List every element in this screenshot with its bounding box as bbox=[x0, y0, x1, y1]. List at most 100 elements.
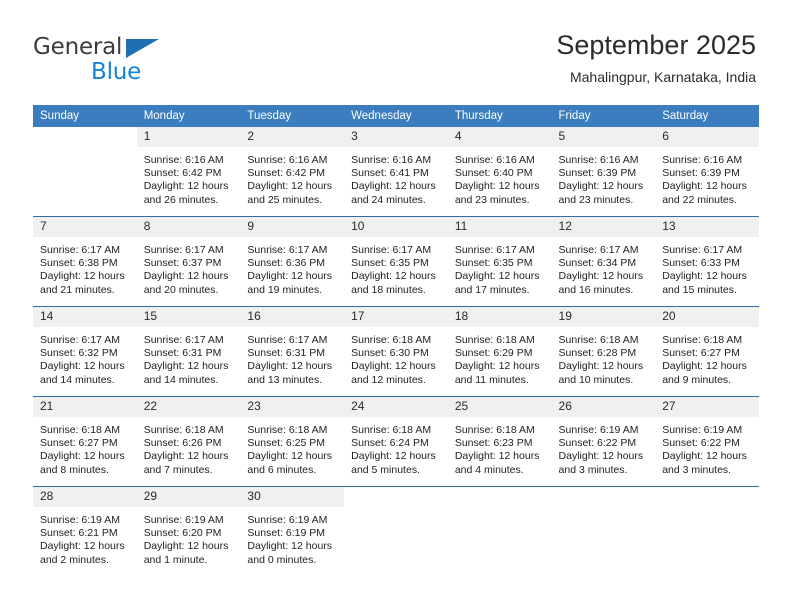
daylight-duration-line1: Daylight: 12 hours bbox=[454, 450, 540, 463]
sun-info: Sunrise: 6:17 AM Sunset: 6:31 PM Daylight:… bbox=[137, 327, 241, 387]
sunrise-time: Sunrise: 6:17 AM bbox=[143, 334, 224, 346]
calendar-day-cell[interactable]: 25 Sunrise: 6:18 AM Sunset: 6:23 PM Dayligh… bbox=[447, 396, 552, 487]
calendar-day-cell[interactable]: 22 Sunrise: 6:18 AM Sunset: 6:26 PM Dayligh… bbox=[136, 396, 241, 487]
calendar-day-cell[interactable]: 17 Sunrise: 6:18 AM Sunset: 6:30 PM Dayligh… bbox=[344, 306, 448, 397]
calendar-day-cell[interactable]: 19 Sunrise: 6:18 AM Sunset: 6:28 PM Dayligh… bbox=[551, 306, 656, 397]
sunset-time: Sunset: 6:32 PM bbox=[40, 347, 118, 360]
day-cell-inner bbox=[447, 487, 552, 576]
sunset-time: Sunset: 6:24 PM bbox=[351, 437, 429, 450]
day-cell-inner: 25 Sunrise: 6:18 AM Sunset: 6:23 PM Dayligh… bbox=[447, 397, 552, 486]
sunset-time: Sunset: 6:27 PM bbox=[662, 347, 740, 360]
sun-info: Sunrise: 6:18 AM Sunset: 6:27 PM Daylight:… bbox=[33, 417, 137, 477]
daylight-duration-line1: Daylight: 12 hours bbox=[351, 180, 436, 193]
calendar-day-cell[interactable]: 5 Sunrise: 6:16 AM Sunset: 6:39 PM Daylight… bbox=[551, 127, 656, 217]
calendar-day-cell[interactable]: 26 Sunrise: 6:19 AM Sunset: 6:22 PM Dayligh… bbox=[551, 396, 656, 487]
calendar-day-cell[interactable]: 14 Sunrise: 6:17 AM Sunset: 6:32 PM Dayligh… bbox=[33, 306, 137, 397]
calendar-day-cell[interactable]: 2 Sunrise: 6:16 AM Sunset: 6:42 PM Daylight… bbox=[240, 127, 345, 217]
daylight-duration-line1: Daylight: 12 hours bbox=[247, 540, 333, 553]
sun-info: Sunrise: 6:18 AM Sunset: 6:25 PM Daylight:… bbox=[240, 417, 344, 477]
day-number: 17 bbox=[344, 307, 448, 327]
calendar-day-cell[interactable]: 3 Sunrise: 6:16 AM Sunset: 6:41 PM Daylight… bbox=[344, 127, 448, 217]
calendar-day-cell[interactable]: 27 Sunrise: 6:19 AM Sunset: 6:22 PM Dayligh… bbox=[655, 396, 759, 487]
sun-info: Sunrise: 6:18 AM Sunset: 6:24 PM Daylight:… bbox=[344, 417, 448, 477]
calendar-grid: Sunday Monday Tuesday Wednesday Thursday… bbox=[33, 105, 759, 576]
calendar-empty-cell bbox=[551, 486, 656, 576]
sunset-time: Sunset: 6:42 PM bbox=[247, 167, 326, 180]
calendar-day-cell[interactable]: 21 Sunrise: 6:18 AM Sunset: 6:27 PM Dayligh… bbox=[33, 396, 137, 487]
calendar-day-cell[interactable]: 15 Sunrise: 6:17 AM Sunset: 6:31 PM Dayligh… bbox=[136, 306, 241, 397]
daylight-duration-line1: Daylight: 12 hours bbox=[143, 540, 229, 553]
daylight-duration-line2: and 25 minutes. bbox=[247, 193, 323, 206]
calendar-day-cell[interactable]: 7 Sunrise: 6:17 AM Sunset: 6:38 PM Daylight… bbox=[33, 216, 137, 307]
calendar-day-cell[interactable]: 8 Sunrise: 6:17 AM Sunset: 6:37 PM Daylight… bbox=[136, 216, 241, 307]
sun-info: Sunrise: 6:16 AM Sunset: 6:42 PM Daylight:… bbox=[240, 147, 344, 207]
day-cell-inner: 17 Sunrise: 6:18 AM Sunset: 6:30 PM Dayligh… bbox=[344, 307, 448, 396]
calendar-day-cell[interactable]: 11 Sunrise: 6:17 AM Sunset: 6:35 PM Dayligh… bbox=[447, 216, 552, 307]
daylight-duration-line1: Daylight: 12 hours bbox=[351, 450, 436, 463]
sunrise-time: Sunrise: 6:16 AM bbox=[143, 154, 224, 166]
calendar-day-cell[interactable]: 18 Sunrise: 6:18 AM Sunset: 6:29 PM Dayligh… bbox=[447, 306, 552, 397]
day-number: 13 bbox=[655, 217, 759, 237]
sunrise-time: Sunrise: 6:16 AM bbox=[247, 154, 328, 166]
day-number bbox=[551, 487, 656, 507]
calendar-week-row: 28 Sunrise: 6:19 AM Sunset: 6:21 PM Dayligh… bbox=[33, 486, 759, 576]
sun-info: Sunrise: 6:17 AM Sunset: 6:35 PM Daylight:… bbox=[344, 237, 448, 297]
sunrise-time: Sunrise: 6:18 AM bbox=[247, 424, 328, 436]
daylight-duration-line2: and 16 minutes. bbox=[558, 283, 634, 296]
sunset-time: Sunset: 6:35 PM bbox=[454, 257, 533, 270]
day-number: 7 bbox=[33, 217, 137, 237]
sunrise-time: Sunrise: 6:16 AM bbox=[662, 154, 743, 166]
day-cell-inner: 14 Sunrise: 6:17 AM Sunset: 6:32 PM Dayligh… bbox=[33, 307, 137, 396]
day-cell-inner: 1 Sunrise: 6:16 AM Sunset: 6:42 PM Daylight… bbox=[136, 127, 241, 216]
daylight-duration-line2: and 3 minutes. bbox=[662, 463, 732, 476]
sunrise-time: Sunrise: 6:18 AM bbox=[454, 334, 535, 346]
sunrise-time: Sunrise: 6:19 AM bbox=[662, 424, 743, 436]
calendar-day-cell[interactable]: 24 Sunrise: 6:18 AM Sunset: 6:24 PM Dayligh… bbox=[344, 396, 448, 487]
daylight-duration-line1: Daylight: 12 hours bbox=[454, 270, 540, 283]
calendar-day-cell[interactable]: 4 Sunrise: 6:16 AM Sunset: 6:40 PM Daylight… bbox=[447, 127, 552, 217]
sun-info: Sunrise: 6:19 AM Sunset: 6:22 PM Daylight:… bbox=[552, 417, 656, 477]
sunrise-time: Sunrise: 6:16 AM bbox=[558, 154, 639, 166]
day-cell-inner bbox=[33, 127, 137, 216]
daylight-duration-line2: and 5 minutes. bbox=[351, 463, 420, 476]
day-number: 5 bbox=[551, 127, 656, 147]
calendar-week-row: 1 Sunrise: 6:16 AM Sunset: 6:42 PM Daylight… bbox=[33, 127, 759, 217]
daylight-duration-line1: Daylight: 12 hours bbox=[143, 270, 229, 283]
sun-info: Sunrise: 6:18 AM Sunset: 6:26 PM Daylight:… bbox=[137, 417, 241, 477]
calendar-day-cell[interactable]: 9 Sunrise: 6:17 AM Sunset: 6:36 PM Daylight… bbox=[240, 216, 345, 307]
daylight-duration-line2: and 11 minutes. bbox=[454, 373, 529, 386]
calendar-day-cell[interactable]: 16 Sunrise: 6:17 AM Sunset: 6:31 PM Dayligh… bbox=[240, 306, 345, 397]
day-cell-inner bbox=[344, 487, 448, 576]
day-cell-inner: 29 Sunrise: 6:19 AM Sunset: 6:20 PM Dayligh… bbox=[136, 487, 241, 576]
day-cell-inner: 2 Sunrise: 6:16 AM Sunset: 6:42 PM Daylight… bbox=[240, 127, 345, 216]
calendar-day-cell[interactable]: 12 Sunrise: 6:17 AM Sunset: 6:34 PM Dayligh… bbox=[551, 216, 656, 307]
day-number: 28 bbox=[33, 487, 137, 507]
sunrise-time: Sunrise: 6:17 AM bbox=[351, 244, 432, 256]
calendar-day-cell[interactable]: 20 Sunrise: 6:18 AM Sunset: 6:27 PM Dayligh… bbox=[655, 306, 759, 397]
sunrise-time: Sunrise: 6:18 AM bbox=[143, 424, 224, 436]
calendar-day-cell[interactable]: 13 Sunrise: 6:17 AM Sunset: 6:33 PM Dayligh… bbox=[655, 216, 759, 307]
daylight-duration-line2: and 3 minutes. bbox=[558, 463, 628, 476]
daylight-duration-line2: and 4 minutes. bbox=[454, 463, 524, 476]
calendar-day-cell[interactable]: 23 Sunrise: 6:18 AM Sunset: 6:25 PM Dayligh… bbox=[240, 396, 345, 487]
calendar-week-row: 21 Sunrise: 6:18 AM Sunset: 6:27 PM Dayligh… bbox=[33, 396, 759, 487]
day-number: 20 bbox=[655, 307, 759, 327]
calendar-day-cell[interactable]: 1 Sunrise: 6:16 AM Sunset: 6:42 PM Daylight… bbox=[136, 127, 241, 217]
weekday-header-saturday: Saturday bbox=[655, 105, 759, 127]
calendar-day-cell[interactable]: 30 Sunrise: 6:19 AM Sunset: 6:19 PM Dayligh… bbox=[240, 486, 345, 576]
general-blue-logo[interactable]: General Blue bbox=[33, 36, 253, 84]
sun-info: Sunrise: 6:17 AM Sunset: 6:38 PM Daylight:… bbox=[33, 237, 137, 297]
sunrise-time: Sunrise: 6:19 AM bbox=[40, 514, 120, 526]
daylight-duration-line2: and 13 minutes. bbox=[247, 373, 323, 386]
calendar-day-cell[interactable]: 6 Sunrise: 6:16 AM Sunset: 6:39 PM Daylight… bbox=[655, 127, 759, 217]
sun-info: Sunrise: 6:17 AM Sunset: 6:33 PM Daylight:… bbox=[655, 237, 759, 297]
calendar-day-cell[interactable]: 28 Sunrise: 6:19 AM Sunset: 6:21 PM Dayligh… bbox=[33, 486, 137, 576]
calendar-empty-cell bbox=[344, 486, 448, 576]
day-cell-inner: 3 Sunrise: 6:16 AM Sunset: 6:41 PM Daylight… bbox=[344, 127, 448, 216]
calendar-day-cell[interactable]: 10 Sunrise: 6:17 AM Sunset: 6:35 PM Dayligh… bbox=[344, 216, 448, 307]
daylight-duration-line1: Daylight: 12 hours bbox=[662, 270, 747, 283]
calendar-day-cell[interactable]: 29 Sunrise: 6:19 AM Sunset: 6:20 PM Dayligh… bbox=[136, 486, 241, 576]
daylight-duration-line2: and 22 minutes. bbox=[662, 193, 737, 206]
sunset-time: Sunset: 6:22 PM bbox=[558, 437, 637, 450]
sun-info: Sunrise: 6:19 AM Sunset: 6:20 PM Daylight:… bbox=[137, 507, 241, 567]
